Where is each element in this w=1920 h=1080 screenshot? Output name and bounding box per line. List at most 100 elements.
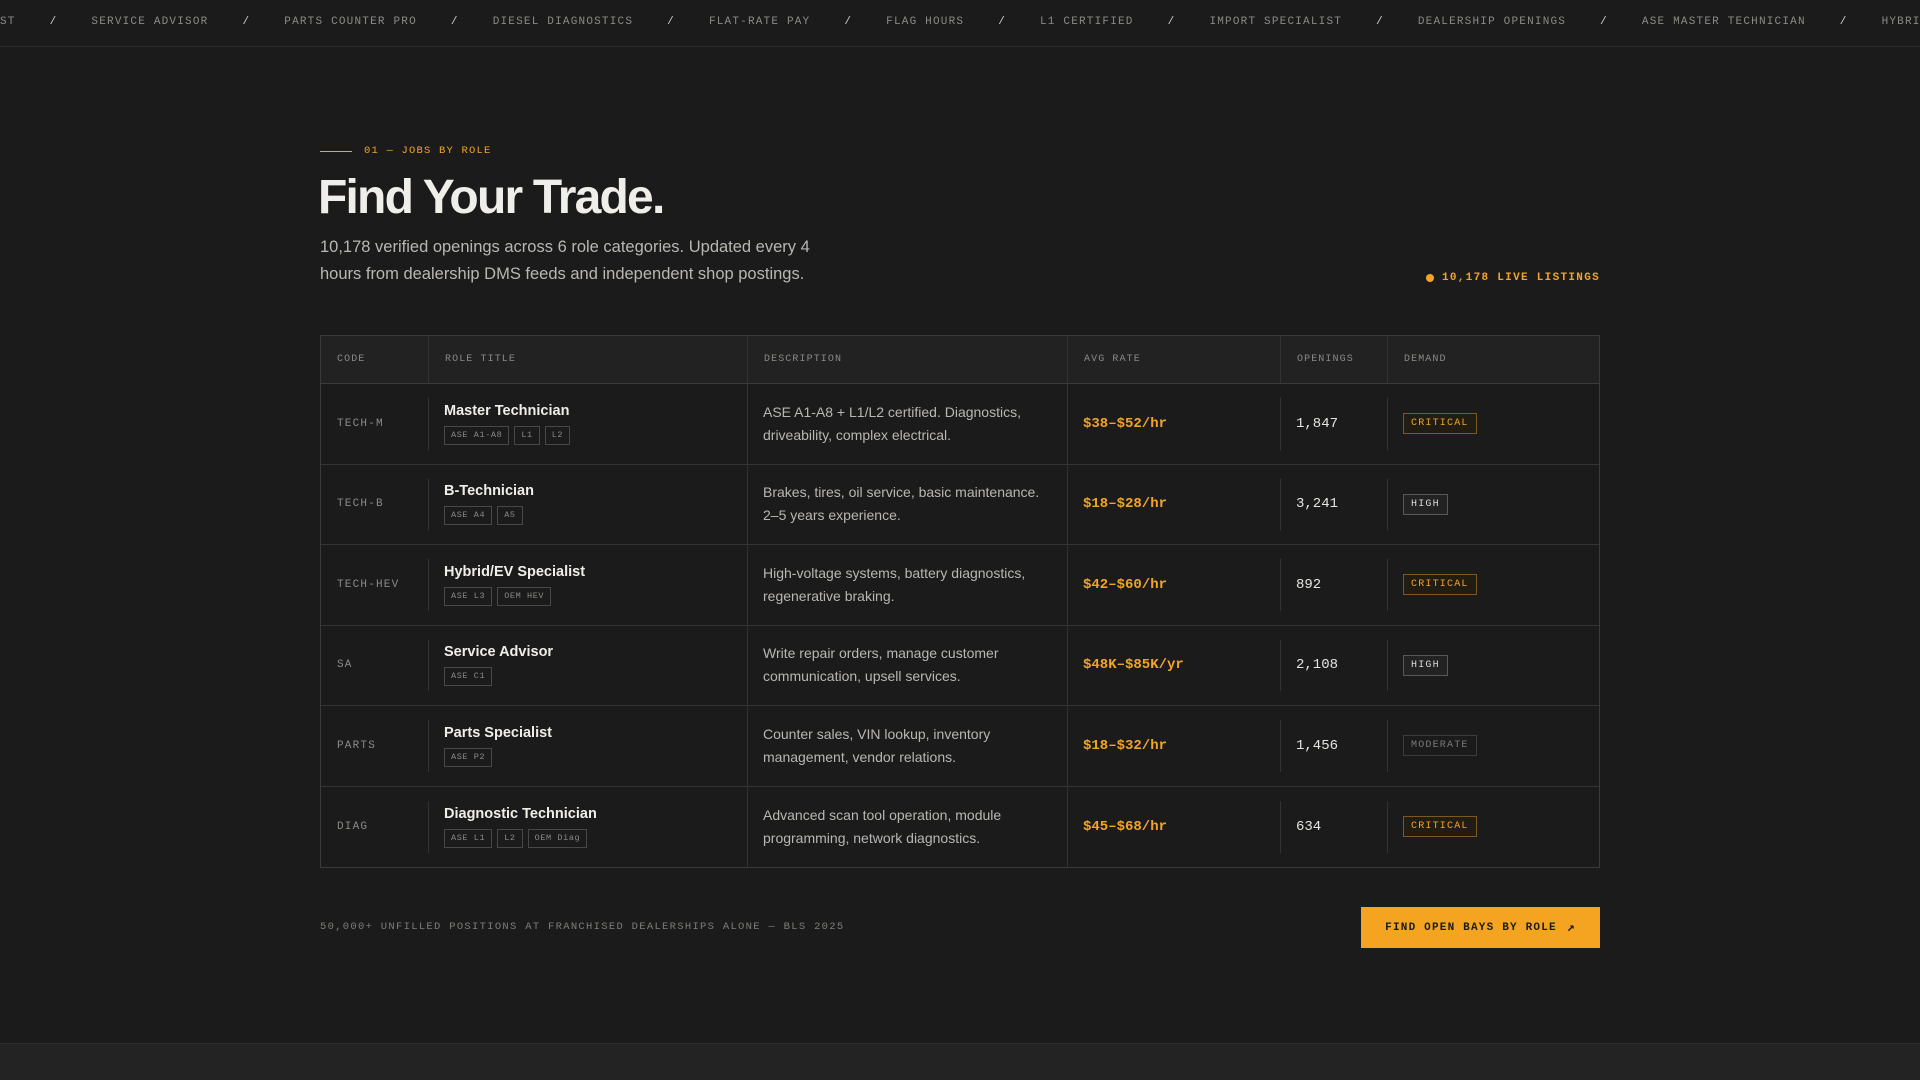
openings-count: 1,456 [1296,737,1339,754]
cert-tags: ASE A1-A8 L1 L2 [444,425,731,445]
demand-badge: MODERATE [1403,735,1477,757]
ticker-separator: / [49,16,58,28]
role-title: Master Technician [444,402,570,419]
openings-count: 892 [1296,576,1322,593]
cell-description: Brakes, tires, oil service, basic mainte… [747,464,1067,545]
cell-openings: 1,456 [1280,706,1387,786]
find-open-bays-button[interactable]: FIND OPEN BAYS BY ROLE ↗ [1361,907,1600,948]
ticker-item-label: ASE MASTER TECHNICIAN [1641,16,1806,28]
cell-demand: MODERATE [1387,706,1599,786]
table-row[interactable]: TECH-B B-Technician ASE A4 A5 Brakes, tir… [321,464,1599,545]
ticker-item: ASE MASTER TECHNICIAN / [1642,16,1882,28]
ticker-item-label: FLAG HOURS [886,16,965,28]
cert-tag: OEM HEV [497,586,552,606]
header-description: DESCRIPTION [747,336,1067,383]
table-row[interactable]: DIAG Diagnostic Technician ASE L1 L2 OEM D… [321,786,1599,868]
cert-tags: ASE L1 L2 OEM Diag [444,828,731,848]
arrow-up-right-icon: ↗ [1566,920,1576,935]
cell-openings: 3,241 [1280,465,1387,545]
cell-openings: 634 [1280,787,1387,868]
cert-tag: ASE L3 [444,586,493,606]
ticker-item: PARTS COUNTER PRO / [284,16,492,28]
cell-rate: $42–$60/hr [1067,545,1280,625]
roles-table: CODE ROLE TITLE DESCRIPTION AVG RATE OPE… [320,335,1600,868]
ticker-item-label: IMPORT SPECIALIST [1209,16,1343,28]
cell-rate: $18–$28/hr [1067,464,1280,545]
openings-count: 2,108 [1296,657,1339,674]
cell-demand: CRITICAL [1387,787,1599,868]
demand-badge: CRITICAL [1403,413,1477,435]
cert-tag: ASE A1-A8 [444,425,510,445]
next-section-edge [0,1043,1920,1080]
cell-code: TECH-B [321,465,428,545]
table-row[interactable]: SA Service Advisor ASE C1 Write repair o… [321,625,1599,706]
role-title: Hybrid/EV Specialist [444,563,586,580]
role-description: ASE A1-A8 + L1/L2 certified. Diagnostics… [763,403,1021,443]
header-role-title: ROLE TITLE [428,336,747,383]
ticker-item-label: FLAT-RATE PAY [708,16,811,28]
cell-code: DIAG [321,787,428,868]
cell-code: TECH-HEV [321,545,428,625]
eyebrow-label: 01 — JOBS BY ROLE [364,145,492,157]
header-demand: DEMAND [1387,336,1599,383]
header-avg-rate: AVG RATE [1067,336,1280,383]
role-title: Parts Specialist [444,724,552,741]
unfilled-positions-note: 50,000+ UNFILLED POSITIONS AT FRANCHISED… [320,921,845,933]
cell-role: Master Technician ASE A1-A8 L1 L2 [428,384,747,464]
role-description: High-voltage systems, battery diagnostic… [763,564,1026,604]
section-eyebrow: 01 — JOBS BY ROLE [320,145,492,157]
header-code: CODE [337,354,366,365]
role-description: Counter sales, VIN lookup, inventory man… [763,725,991,765]
table-row[interactable]: PARTS Parts Specialist ASE P2 Counter sa… [321,706,1599,787]
ticker-item: IMPORT SPECIALIST / [1209,16,1417,28]
avg-rate: $38–$52/hr [1083,415,1168,432]
ticker-item: HYBRID / EV SPECIALIST/ [1882,16,1920,28]
role-title: Service Advisor [444,644,554,661]
cert-tag: A5 [497,506,523,526]
table-row[interactable]: TECH-M Master Technician ASE A1-A8 L1 L2 A… [321,384,1599,465]
live-listings-indicator: 10,178 LIVE LISTINGS [1425,272,1600,284]
header-openings: OPENINGS [1280,336,1387,383]
ticker-item-label: DIESEL DIAGNOSTICS [492,16,634,28]
ticker-item-label: ST [0,16,16,28]
table-row[interactable]: TECH-HEV Hybrid/EV Specialist ASE L3 OEM … [321,545,1599,626]
role-code: TECH-B [337,498,384,511]
cell-role: Service Advisor ASE C1 [428,626,747,706]
avg-rate: $18–$32/hr [1083,737,1168,754]
ticker-separator: / [1376,16,1384,28]
table-header-row: CODE ROLE TITLE DESCRIPTION AVG RATE OPE… [321,336,1599,384]
cert-tag: ASE L1 [444,828,493,848]
role-code: PARTS [337,739,377,752]
avg-rate: $42–$60/hr [1083,576,1168,593]
page-title: Find Your Trade. [318,171,665,224]
cell-openings: 2,108 [1280,626,1387,706]
cell-code: TECH-M [321,384,428,464]
cert-tags: ASE L3 OEM HEV [444,586,731,606]
cell-demand: HIGH [1387,626,1599,706]
cell-demand: CRITICAL [1387,545,1599,625]
role-ticker: ST / SERVICE ADVISOR / PARTS COUNTER PRO / DIE… [0,0,1920,47]
cell-role: Hybrid/EV Specialist ASE L3 OEM HEV [428,545,747,625]
demand-badge: HIGH [1403,493,1448,515]
role-title: B-Technician [444,483,534,500]
ticker-item-label: L1 CERTIFIED [1040,16,1134,28]
cell-description: High-voltage systems, battery diagnostic… [747,545,1067,625]
openings-count: 3,241 [1296,496,1339,513]
cell-description: Advanced scan tool operation, module pro… [747,786,1067,868]
role-title: Diagnostic Technician [444,805,597,822]
demand-badge: CRITICAL [1403,574,1477,596]
cert-tag: L2 [497,828,523,848]
avg-rate: $48K–$85K/yr [1083,657,1184,674]
cell-description: Write repair orders, manage customer com… [747,625,1067,706]
cell-openings: 892 [1280,545,1387,625]
cell-rate: $48K–$85K/yr [1067,625,1280,706]
ticker-item: DIESEL DIAGNOSTICS / [493,16,709,28]
ticker-item: L1 CERTIFIED / [1040,16,1209,28]
table-body: TECH-M Master Technician ASE A1-A8 L1 L2 A… [321,384,1599,867]
role-code: TECH-HEV [337,578,400,591]
cell-role: B-Technician ASE A4 A5 [428,465,747,545]
ticker-separator: / [1600,16,1608,28]
find-open-bays-label: FIND OPEN BAYS BY ROLE [1385,921,1557,934]
ticker-item: ST / [0,16,91,28]
cell-demand: CRITICAL [1387,384,1599,464]
